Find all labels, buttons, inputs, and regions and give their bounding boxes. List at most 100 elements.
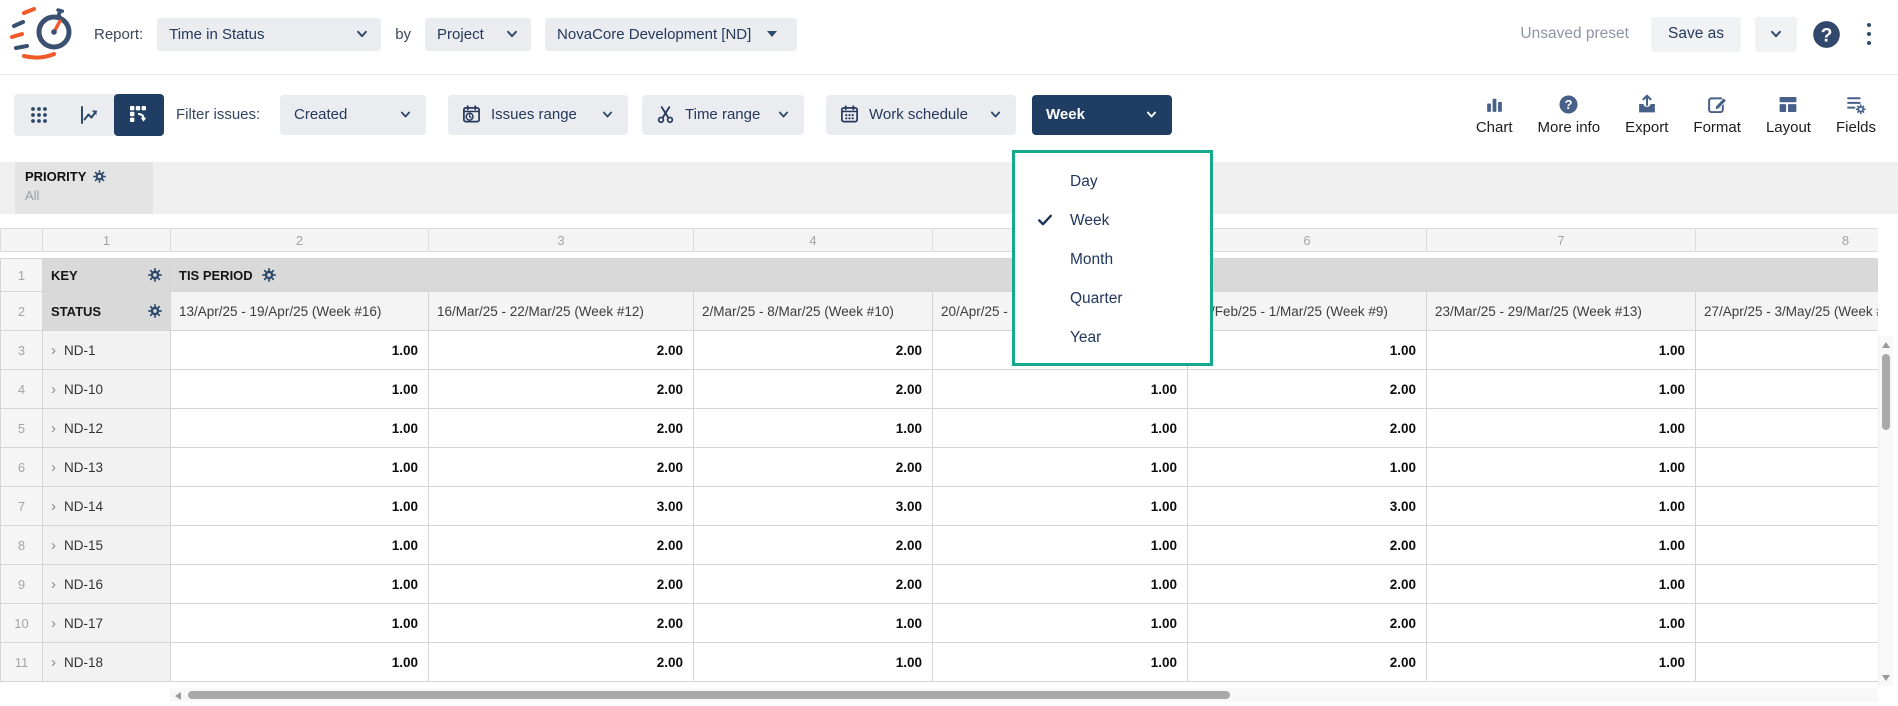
value-cell[interactable]: 2.00 — [429, 409, 694, 448]
menu-item-day[interactable]: Day — [1015, 162, 1210, 201]
value-cell[interactable] — [1696, 604, 1879, 643]
work-schedule-button[interactable]: Work schedule — [826, 95, 1016, 135]
value-cell[interactable]: 1.00 — [1427, 370, 1696, 409]
value-cell[interactable]: 1.00 — [1427, 604, 1696, 643]
value-cell[interactable] — [1696, 370, 1879, 409]
status-column-header[interactable]: STATUS — [43, 292, 171, 331]
value-cell[interactable]: 1.00 — [171, 448, 429, 487]
help-button[interactable] — [1811, 19, 1842, 50]
expand-chevron-icon[interactable]: › — [51, 577, 56, 592]
format-button[interactable]: Format — [1693, 94, 1741, 136]
layout-button[interactable]: Layout — [1766, 94, 1811, 136]
value-cell[interactable]: 1.00 — [933, 526, 1188, 565]
scroll-up-arrow-icon[interactable] — [1882, 342, 1890, 348]
issues-range-button[interactable]: Issues range — [448, 95, 628, 135]
save-as-menu-button[interactable] — [1755, 17, 1797, 52]
issue-key-cell[interactable]: ›ND-13 — [43, 448, 171, 487]
expand-chevron-icon[interactable]: › — [51, 343, 56, 358]
menu-item-quarter[interactable]: Quarter — [1015, 279, 1210, 318]
value-cell[interactable]: 1.00 — [171, 331, 429, 370]
filter-created-select[interactable]: Created — [280, 95, 426, 135]
more-info-button[interactable]: More info — [1538, 94, 1601, 136]
period-column-header[interactable]: 23/Feb/25 - 1/Mar/25 (Week #9) — [1188, 292, 1427, 331]
value-cell[interactable]: 2.00 — [694, 448, 933, 487]
value-cell[interactable]: 1.00 — [171, 487, 429, 526]
value-cell[interactable]: 1.00 — [694, 604, 933, 643]
value-cell[interactable] — [1696, 526, 1879, 565]
value-cell[interactable]: 2.00 — [1188, 565, 1427, 604]
value-cell[interactable]: 2.00 — [429, 526, 694, 565]
expand-chevron-icon[interactable]: › — [51, 538, 56, 553]
row-number[interactable]: 11 — [1, 643, 43, 682]
issue-key-cell[interactable]: ›ND-12 — [43, 409, 171, 448]
vertical-scrollbar-thumb[interactable] — [1882, 354, 1890, 430]
column-number[interactable]: 7 — [1427, 229, 1696, 252]
value-cell[interactable]: 1.00 — [1427, 565, 1696, 604]
value-cell[interactable]: 2.00 — [1188, 604, 1427, 643]
time-range-button[interactable]: Time range — [642, 95, 804, 135]
row-number[interactable]: 5 — [1, 409, 43, 448]
value-cell[interactable]: 2.00 — [429, 370, 694, 409]
issue-key-cell[interactable]: ›ND-10 — [43, 370, 171, 409]
row-number[interactable]: 3 — [1, 331, 43, 370]
row-number[interactable]: 10 — [1, 604, 43, 643]
value-cell[interactable]: 1.00 — [1188, 331, 1427, 370]
value-cell[interactable]: 2.00 — [694, 331, 933, 370]
scroll-down-arrow-icon[interactable] — [1882, 675, 1890, 681]
export-button[interactable]: Export — [1625, 94, 1668, 136]
value-cell[interactable]: 2.00 — [429, 604, 694, 643]
period-column-header[interactable]: 2/Mar/25 - 8/Mar/25 (Week #10) — [694, 292, 933, 331]
value-cell[interactable]: 1.00 — [1427, 526, 1696, 565]
value-cell[interactable]: 3.00 — [694, 487, 933, 526]
value-cell[interactable]: 1.00 — [694, 643, 933, 682]
value-cell[interactable]: 1.00 — [171, 604, 429, 643]
issue-key-cell[interactable]: ›ND-15 — [43, 526, 171, 565]
value-cell[interactable] — [1696, 331, 1879, 370]
column-number[interactable]: 8 — [1696, 229, 1879, 252]
vertical-scrollbar[interactable] — [1878, 336, 1893, 686]
chart-button[interactable]: Chart — [1476, 94, 1513, 136]
expand-chevron-icon[interactable]: › — [51, 382, 56, 397]
expand-chevron-icon[interactable]: › — [51, 616, 56, 631]
report-type-select[interactable]: Time in Status — [157, 18, 381, 51]
key-column-header[interactable]: KEY — [43, 259, 171, 292]
fields-button[interactable]: Fields — [1836, 94, 1876, 136]
project-select[interactable]: NovaCore Development [ND] — [545, 18, 797, 51]
value-cell[interactable]: 1.00 — [1427, 448, 1696, 487]
value-cell[interactable]: 2.00 — [1188, 526, 1427, 565]
value-cell[interactable]: 1.00 — [694, 409, 933, 448]
expand-chevron-icon[interactable]: › — [51, 655, 56, 670]
priority-filter[interactable]: PRIORITY All — [15, 162, 153, 214]
horizontal-scrollbar-thumb[interactable] — [188, 691, 1230, 699]
gear-icon[interactable] — [148, 268, 162, 282]
value-cell[interactable] — [1696, 487, 1879, 526]
menu-item-year[interactable]: Year — [1015, 318, 1210, 357]
value-cell[interactable]: 2.00 — [429, 565, 694, 604]
value-cell[interactable]: 2.00 — [694, 565, 933, 604]
issue-key-cell[interactable]: ›ND-18 — [43, 643, 171, 682]
column-number[interactable]: 2 — [171, 229, 429, 252]
column-number[interactable]: 1 — [43, 229, 171, 252]
column-number[interactable]: 6 — [1188, 229, 1427, 252]
value-cell[interactable]: 2.00 — [1188, 409, 1427, 448]
value-cell[interactable]: 2.00 — [694, 370, 933, 409]
value-cell[interactable] — [1696, 643, 1879, 682]
row-number[interactable]: 4 — [1, 370, 43, 409]
row-number[interactable]: 2 — [1, 292, 43, 331]
column-number[interactable]: 4 — [694, 229, 933, 252]
menu-item-month[interactable]: Month — [1015, 240, 1210, 279]
value-cell[interactable]: 1.00 — [933, 487, 1188, 526]
period-select[interactable]: Week — [1032, 95, 1172, 135]
period-column-header[interactable]: 16/Mar/25 - 22/Mar/25 (Week #12) — [429, 292, 694, 331]
period-column-header[interactable]: 13/Apr/25 - 19/Apr/25 (Week #16) — [171, 292, 429, 331]
gear-icon[interactable] — [148, 304, 162, 318]
value-cell[interactable]: 1.00 — [171, 409, 429, 448]
issue-key-cell[interactable]: ›ND-16 — [43, 565, 171, 604]
issue-key-cell[interactable]: ›ND-1 — [43, 331, 171, 370]
scroll-left-arrow-icon[interactable] — [175, 692, 181, 700]
value-cell[interactable] — [1696, 409, 1879, 448]
row-number[interactable]: 9 — [1, 565, 43, 604]
period-column-header[interactable]: 27/Apr/25 - 3/May/25 (Week #18) — [1696, 292, 1879, 331]
save-as-button[interactable]: Save as — [1651, 17, 1741, 52]
value-cell[interactable]: 1.00 — [933, 448, 1188, 487]
